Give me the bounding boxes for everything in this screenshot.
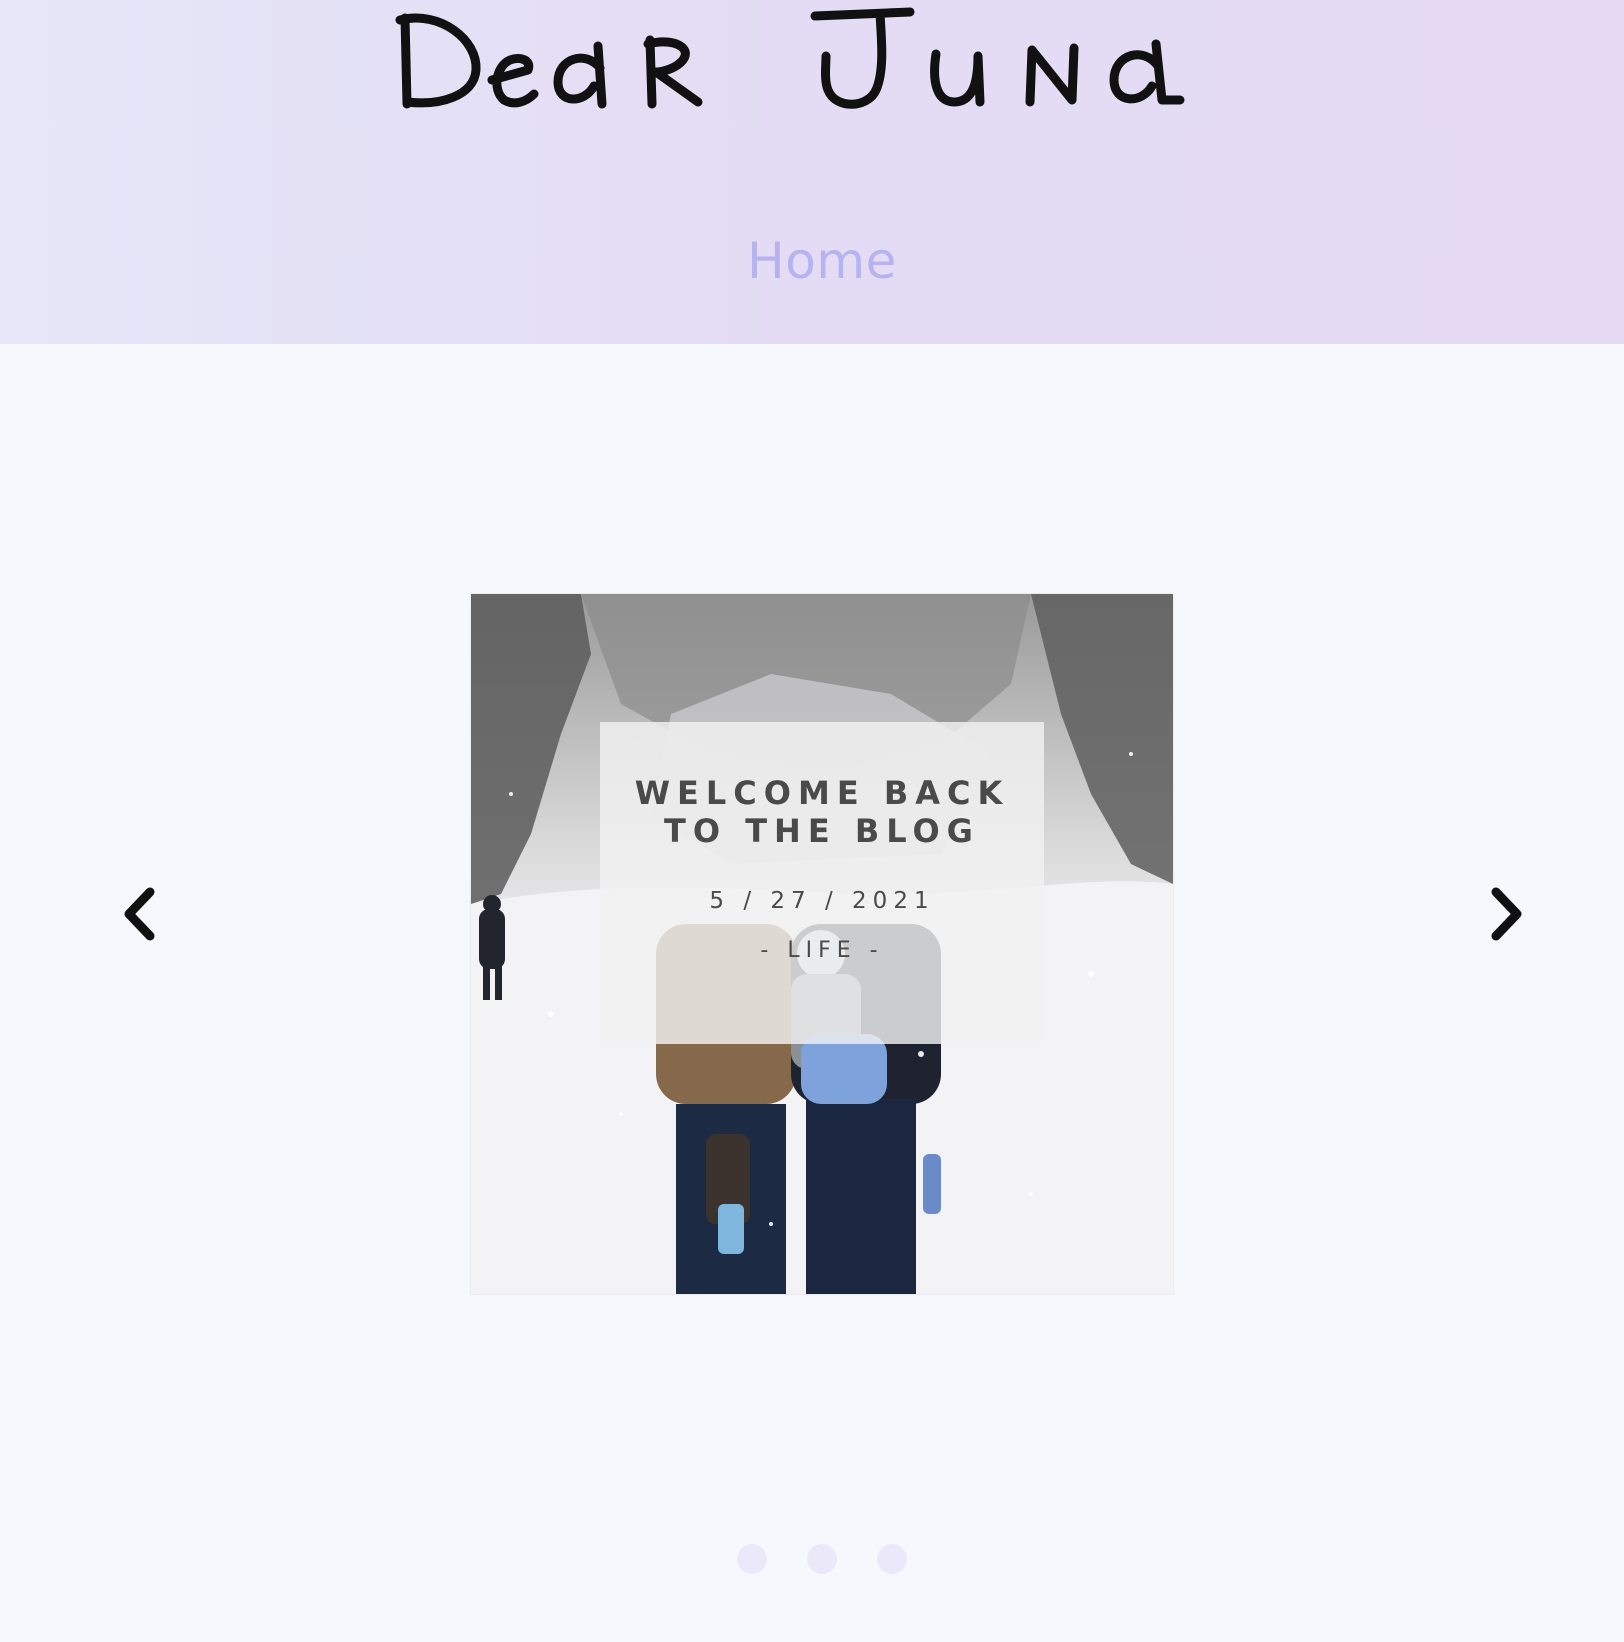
slider-prev-button[interactable] xyxy=(112,884,172,944)
featured-post-caption[interactable]: WELCOME BACK TO THE BLOG 5 / 27 / 2021 -… xyxy=(600,722,1044,1044)
pagination-dot-1[interactable] xyxy=(737,1544,767,1574)
post-category: - LIFE - xyxy=(760,938,884,963)
site-header: Home xyxy=(0,0,1624,344)
chevron-right-icon xyxy=(1491,887,1522,941)
site-logo[interactable] xyxy=(380,0,1260,120)
handwritten-logo-graphic xyxy=(395,7,1185,109)
pagination-dot-2[interactable] xyxy=(807,1544,837,1574)
pagination-dot-3[interactable] xyxy=(877,1544,907,1574)
nav-link-home[interactable]: Home xyxy=(0,232,1624,290)
chevron-left-icon xyxy=(124,887,155,941)
featured-posts-slider: WELCOME BACK TO THE BLOG 5 / 27 / 2021 -… xyxy=(0,344,1624,1642)
slider-pagination xyxy=(0,1544,1624,1576)
post-title: WELCOME BACK TO THE BLOG xyxy=(634,774,1010,850)
post-date: 5 / 27 / 2021 xyxy=(709,888,935,914)
slider-next-button[interactable] xyxy=(1474,884,1534,944)
